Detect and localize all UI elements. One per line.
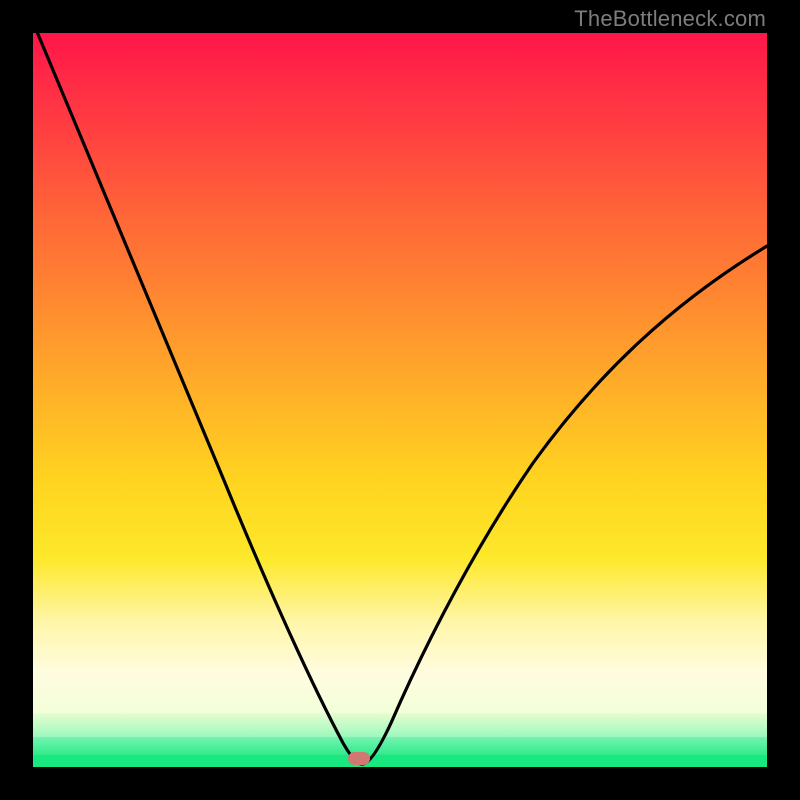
optimal-marker <box>348 752 370 765</box>
watermark-text: TheBottleneck.com <box>574 6 766 32</box>
plot-area <box>33 33 767 767</box>
bottleneck-curve <box>33 33 767 767</box>
chart-frame: TheBottleneck.com <box>0 0 800 800</box>
